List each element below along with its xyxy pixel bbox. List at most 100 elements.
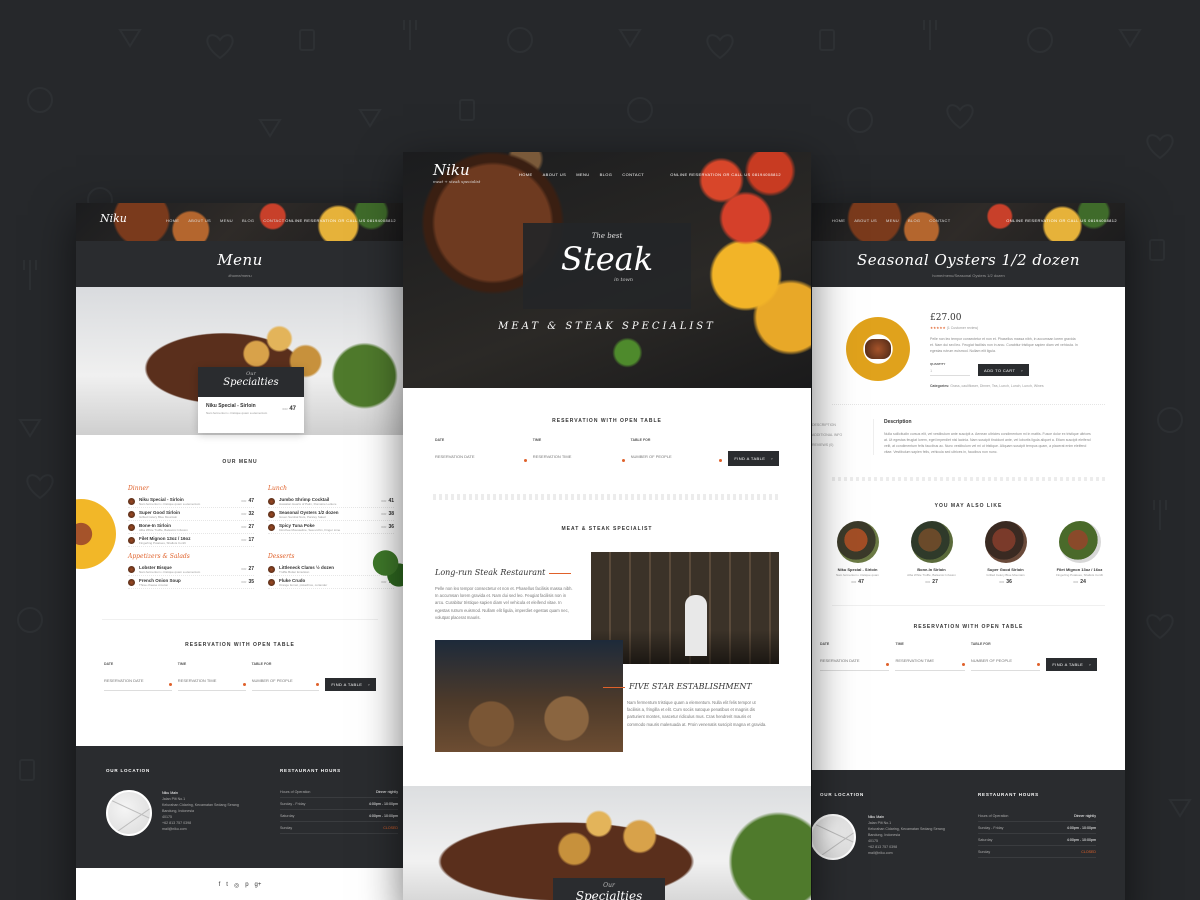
people-field: TABLE FOR <box>970 642 1041 671</box>
add-to-cart-button[interactable]: ADD TO CART › <box>978 364 1030 376</box>
tab-description[interactable]: DESCRIPTION <box>812 423 873 433</box>
product-categories: Categories: Grass, cauliflower, Dinner, … <box>930 384 1044 388</box>
menu-category: Dinner <box>128 485 149 492</box>
people-input[interactable] <box>630 454 723 459</box>
time-input[interactable] <box>895 658 965 663</box>
menu-item[interactable]: Bone-In Sirloin Alba White Truffle, Balsa… <box>128 521 254 534</box>
nav-contact[interactable]: CONTACT <box>929 218 950 223</box>
menu-item[interactable]: French Onion Soup Three cheese crouton IDR… <box>128 576 254 589</box>
date-field: DATE <box>435 438 527 466</box>
menu-item-price: IDR 17 <box>241 537 254 543</box>
menu-item-price: IDR 35 <box>241 579 254 585</box>
google-plus-icon[interactable]: g+ <box>255 882 262 889</box>
menu-item-thumb <box>268 523 275 531</box>
nav-contact[interactable]: CONTACT <box>622 172 644 177</box>
quantity-input[interactable]: 1 <box>930 366 970 375</box>
time-field: TIME <box>532 438 625 466</box>
menu-item[interactable]: Spicy Tuna Poke Kimchee Mousseline, Sea u… <box>268 521 394 534</box>
nav-blog[interactable]: BLOG <box>242 218 254 223</box>
also-like-heading: YOU MAY ALSO LIKE <box>934 503 1003 509</box>
nav-home[interactable]: HOME <box>519 172 533 177</box>
home-page-preview: Niku meat + steak specialist HOME ABOUT … <box>403 152 811 900</box>
product-rating[interactable]: ★★★★★ (1 Customer review) <box>930 326 1080 330</box>
product-short-desc: Pelle non leo tempor consectetur et non … <box>930 337 1078 353</box>
location-title: OUR LOCATION <box>820 792 865 797</box>
related-product[interactable]: Filet Mignon 13oz / 16oz Fingerling Potat… <box>1050 521 1110 585</box>
find-table-button[interactable]: FIND A TABLE › <box>1046 658 1097 671</box>
hero-title-box: The best Steak in town <box>523 223 691 309</box>
specialties-food-image: Our Specialties <box>403 786 811 900</box>
find-table-button[interactable]: FIND A TABLE › <box>325 678 377 691</box>
nav-about[interactable]: ABOUT US <box>188 218 211 223</box>
date-input[interactable] <box>435 454 527 459</box>
reservation-link[interactable]: ONLINE RESERVATION OR CALL US 0819400881… <box>285 218 396 223</box>
related-product-image <box>910 521 953 563</box>
menu-item[interactable]: Lobster Bisque Nam fermentum • tristique … <box>128 563 254 576</box>
menu-item[interactable]: Seasonal Oysters 1/2 dozen Green Sambal N… <box>268 508 394 521</box>
nav-about[interactable]: ABOUT US <box>854 218 877 223</box>
specialties-card[interactable]: Our Specialties Niku Special - Sirloin N… <box>198 367 304 433</box>
people-input[interactable] <box>251 678 320 683</box>
nav-menu[interactable]: MENU <box>576 172 589 177</box>
date-input[interactable] <box>820 658 890 663</box>
email-link[interactable]: mail@niku.com <box>868 850 968 856</box>
reservation-link[interactable]: ONLINE RESERVATION OR CALL US 0819400881… <box>670 172 781 177</box>
menu-item[interactable]: Filet Mignon 13oz / 16oz Fingerling Potat… <box>128 534 254 547</box>
page-title-bar: Menu #home/menu <box>76 241 404 287</box>
hours-row: Saturday 4:00pm - 10:00pm <box>978 834 1096 846</box>
map-thumbnail[interactable] <box>106 790 152 836</box>
menu-item-thumb <box>268 510 275 518</box>
story-text: Nam fermentum tristique quam a elementum… <box>627 700 767 727</box>
related-product[interactable]: Bone-In Sirloin Alba White Truffle, Balsa… <box>902 521 962 585</box>
product-image[interactable] <box>846 317 910 381</box>
email-link[interactable]: mail@niku.com <box>162 826 262 832</box>
people-input[interactable] <box>970 658 1041 663</box>
facebook-icon[interactable]: f <box>219 882 221 889</box>
tab-additional-info[interactable]: ADDITIONAL INFO <box>812 433 873 443</box>
address-block: Niku Main Jalan Pilt No.1 Kelurahan Cida… <box>868 814 968 856</box>
pinterest-icon[interactable]: p <box>245 882 248 889</box>
menu-item-thumb <box>128 578 135 586</box>
date-input[interactable] <box>104 678 172 683</box>
nav-menu[interactable]: MENU <box>886 218 899 223</box>
related-product[interactable]: Super Good Sirloin Grilled Celery Blue Mo… <box>976 521 1036 585</box>
divider <box>433 494 781 500</box>
nav-home[interactable]: HOME <box>832 218 845 223</box>
nav-about[interactable]: ABOUT US <box>543 172 567 177</box>
reservation-form: DATE TIME TABLE FOR FIND A TABLE› <box>76 662 404 691</box>
menu-category: Appetizers & Salads <box>128 553 190 560</box>
people-field: TABLE FOR <box>630 438 723 466</box>
nav-blog[interactable]: BLOG <box>908 218 920 223</box>
menu-item[interactable]: Super Good Sirloin Grilled Celery Blue Mo… <box>128 508 254 521</box>
nav-contact[interactable]: CONTACT <box>263 218 284 223</box>
nav-blog[interactable]: BLOG <box>600 172 613 177</box>
nav-menu[interactable]: MENU <box>220 218 233 223</box>
logo[interactable]: Niku <box>100 212 127 225</box>
hours-title: RESTAURANT HOURS <box>280 768 341 773</box>
specialties-card[interactable]: Our Specialties <box>553 878 665 900</box>
description-title: Description <box>884 419 912 425</box>
specialties-item-name: Niku Special - Sirloin <box>206 403 256 409</box>
menu-item[interactable]: Niku Special - Sirloin Nam fermentum • tr… <box>128 495 254 508</box>
map-thumbnail[interactable] <box>812 814 856 860</box>
menu-item-thumb <box>268 565 275 573</box>
logo[interactable]: Niku <box>433 161 470 179</box>
date-field: DATE <box>820 642 890 671</box>
breadcrumb: #home/menu <box>228 272 252 278</box>
product-price: £27.00 <box>930 313 962 323</box>
instagram-icon[interactable]: ◎ <box>234 882 239 889</box>
time-input[interactable] <box>177 678 246 683</box>
related-product[interactable]: Niku Special - Sirloin Nam fermentum • tr… <box>828 521 888 585</box>
hours-row: Sunday - Friday 4:00pm - 10:00pm <box>978 822 1096 834</box>
find-table-button[interactable]: FIND A TABLE › <box>728 451 780 466</box>
logo-tagline: meat + steak specialist <box>433 179 481 184</box>
address-block: Niku Main Jalan Pilt No.1 Kelurahan Cida… <box>162 790 262 832</box>
menu-item-price: IDR 36 <box>381 524 394 530</box>
menu-item[interactable]: Jumbo Shrimp Cocktail Hawaiian Hearts of … <box>268 495 394 508</box>
nav-home[interactable]: HOME <box>166 218 179 223</box>
reservation-link[interactable]: ONLINE RESERVATION OR CALL US 0819400881… <box>1006 218 1117 223</box>
page-title: Menu <box>217 250 263 269</box>
time-input[interactable] <box>532 454 625 459</box>
tab-reviews[interactable]: REVIEWS (0) <box>812 443 873 453</box>
twitter-icon[interactable]: t <box>226 882 228 889</box>
